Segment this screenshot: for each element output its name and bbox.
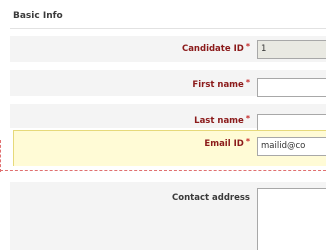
required-marker: *: [245, 114, 250, 123]
contact-address-textarea[interactable]: [257, 188, 326, 250]
contact-address-label: Contact address: [172, 193, 250, 203]
required-marker: *: [245, 78, 250, 87]
email-id-field[interactable]: mailid@co: [257, 137, 326, 156]
validation-outline-bottom: [0, 170, 326, 171]
candidate-id-field[interactable]: 1: [257, 40, 326, 59]
first-name-label: First name *: [192, 78, 250, 90]
validation-outline-left: [0, 140, 1, 172]
candidate-id-label: Candidate ID *: [181, 42, 250, 54]
last-name-label: Last name *: [194, 114, 250, 126]
section-header: Basic Info: [10, 8, 326, 29]
section-title: Basic Info: [13, 11, 63, 21]
basic-info-form: Basic Info Candidate ID * 1 First name * L…: [0, 0, 326, 250]
required-marker: *: [245, 137, 250, 146]
required-marker: *: [245, 42, 250, 51]
first-name-field[interactable]: [257, 78, 326, 97]
email-id-label: Email ID *: [204, 137, 250, 149]
